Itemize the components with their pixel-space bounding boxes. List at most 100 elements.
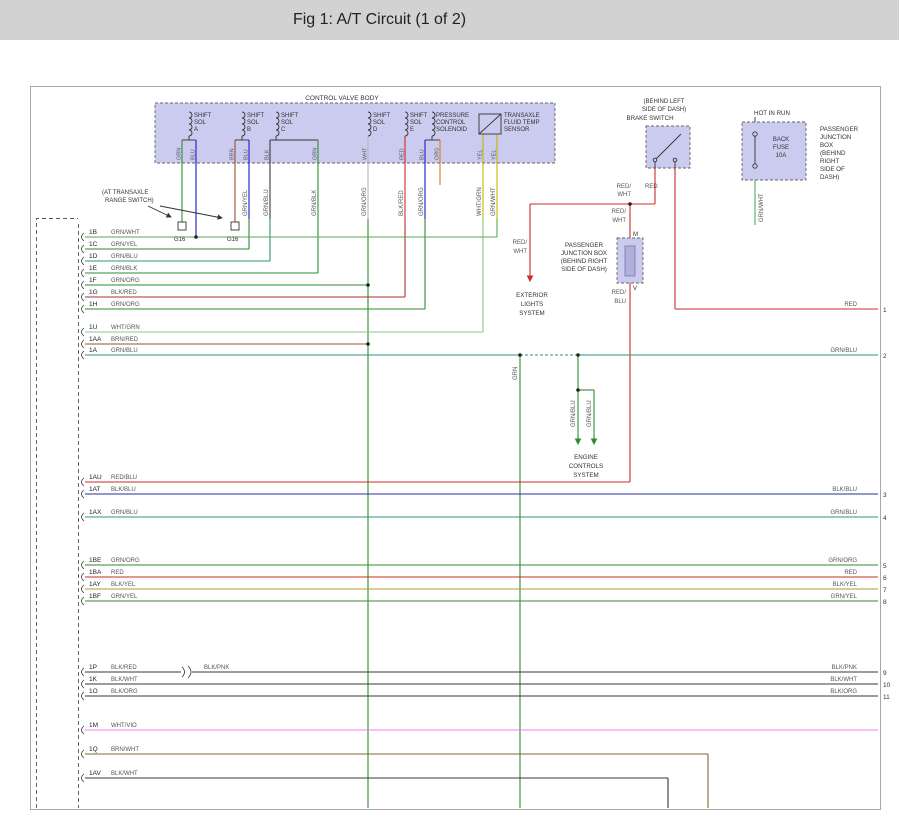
wire-color-label: WHT/VIO xyxy=(111,723,137,729)
component-label: TRANSAXLE xyxy=(504,113,540,119)
row-1G: 1GBLK/RED xyxy=(82,289,406,301)
pin-label: 1C xyxy=(89,241,98,248)
row-1BF: 1BFGRN/YEL xyxy=(82,593,879,605)
component-label: E xyxy=(410,127,414,133)
pjb-right-label: SIDE OF xyxy=(820,166,845,173)
wire-color-label: GRN/BLK xyxy=(111,266,137,272)
junction-box-terminal-bar xyxy=(625,246,635,276)
wire-color-label: WHT xyxy=(617,192,631,198)
edge-pin-number: 7 xyxy=(883,587,887,594)
wire-color-label: WHT xyxy=(513,249,527,255)
ground-id-label: G16 xyxy=(174,237,186,243)
row-1F: 1FGRN/ORG xyxy=(82,277,369,289)
row-1O: 1OBLK/ORG xyxy=(82,688,879,700)
wire-color-label: BLK/WHT xyxy=(830,677,857,683)
engine-controls-label: CONTROLS xyxy=(569,463,603,470)
pjb-right-label: RIGHT xyxy=(820,158,839,165)
component-label: C xyxy=(281,127,286,133)
component-label: SOL xyxy=(373,120,386,126)
row-1K: 1KBLK/WHT xyxy=(82,676,879,688)
component-label: D xyxy=(373,127,378,133)
wire-color-label: RED xyxy=(844,570,857,576)
pigtail-color-label: BLK xyxy=(265,149,271,160)
component-label: A xyxy=(194,127,198,133)
wire-color-label: GRN/BLU xyxy=(830,348,857,354)
wire-color-label: BLK/RED xyxy=(111,290,137,296)
pjb-mid-label: PASSENGER xyxy=(565,242,604,249)
edge-pin-number: 6 xyxy=(883,575,887,582)
pigtail-color-label: WHT xyxy=(363,147,369,160)
row-1AU: 1AU RED/BLU xyxy=(82,474,631,486)
wire-color-label: BLK/BLU xyxy=(111,487,136,493)
wire-color-label: RED/ xyxy=(612,209,627,215)
component-label: SENSOR xyxy=(504,127,530,133)
range-switch-note: (AT TRANSAXLE xyxy=(102,190,148,196)
brake-switch-location: (BEHIND LEFT xyxy=(643,99,684,105)
engine-controls-label: ENGINE xyxy=(574,454,598,461)
pigtail-color-label: BLU xyxy=(420,149,426,160)
pjb-right-label: DASH) xyxy=(820,174,839,181)
pjb-mid-label: SIDE OF DASH) xyxy=(561,266,607,273)
wire-color-label: GRN/BLU xyxy=(111,510,138,516)
connector-rows: 1BGRN/WHT 1CGRN/YEL 1DGRN/BLU 1EGRN/BLK … xyxy=(82,229,879,782)
fuse-label: BACK xyxy=(773,137,789,143)
inline-connector-label: BLK/PNK xyxy=(204,665,229,671)
wire-color-label: RED/ xyxy=(513,240,528,246)
ground-icon xyxy=(178,222,186,230)
component-label: SHIFT xyxy=(373,113,391,119)
wire-color-label: GRN/ORG xyxy=(828,558,857,564)
component-label: SOL xyxy=(194,120,207,126)
wire-color-label: GRN/BLU xyxy=(111,348,138,354)
harness-color-label: GRN/YEL xyxy=(243,189,249,216)
row-1H: 1HGRN/ORG xyxy=(82,301,426,313)
pigtail-color-label: BLU xyxy=(191,149,197,160)
pjb-mid-label: (BEHIND RIGHT xyxy=(561,258,608,265)
pjb-mid-label: JUNCTION BOX xyxy=(561,250,607,257)
pigtail-color-label: GRN xyxy=(177,148,183,160)
row-1C: 1C GRN/YEL xyxy=(82,241,250,253)
pin-label: 1H xyxy=(89,301,98,308)
wire-color-label: BRN/WHT xyxy=(111,747,139,753)
exterior-lights-label: LIGHTS xyxy=(521,301,543,308)
pin-label: 1U xyxy=(89,324,98,331)
component-label: SOLENOID xyxy=(436,127,468,133)
fuse-wire-color-label: GRN/WHT xyxy=(759,193,765,222)
edge-pin-number: 8 xyxy=(883,599,887,606)
edge-pin-number: 3 xyxy=(883,492,887,499)
component-label: SHIFT xyxy=(410,113,428,119)
wire-color-label: BLK/WHT xyxy=(111,677,138,683)
pin-label: 1E xyxy=(89,265,98,272)
wire-color-label: RED/ xyxy=(612,290,627,296)
pin-label: 1AV xyxy=(89,770,101,777)
component-label: SOL xyxy=(247,120,260,126)
wire-color-label: RED/ xyxy=(617,184,632,190)
harness-color-label: GRN/WHT xyxy=(491,187,497,216)
harness-color-label: GRN/BLU xyxy=(264,189,270,216)
edge-pin-number: 1 xyxy=(883,307,887,314)
pin-label: 1P xyxy=(89,664,97,671)
component-label: FLUID TEMP xyxy=(504,120,540,126)
ground-id-label: G16 xyxy=(227,237,239,243)
wire-color-label: BLU xyxy=(614,299,626,305)
wire-color-label: RED xyxy=(111,570,124,576)
edge-pin-number: 4 xyxy=(883,515,887,522)
pin-label: 1AY xyxy=(89,581,101,588)
wire-color-label: RED/BLU xyxy=(111,475,137,481)
pin-label: 1A xyxy=(89,347,98,354)
pigtail-color-label: BRN xyxy=(230,148,236,160)
wire-color-label: GRN/YEL xyxy=(111,242,138,248)
brake-switch-location: SIDE OF DASH) xyxy=(642,107,686,113)
pjb-right-label: (BEHIND xyxy=(820,150,846,157)
wire-color-label: RED xyxy=(645,184,658,190)
row-1D: 1DGRN/BLU xyxy=(82,253,271,265)
row-1A: 1A GRN/BLU xyxy=(82,347,879,359)
edge-pin-number: 2 xyxy=(883,353,887,360)
row-1BA: 1BARED xyxy=(82,569,879,581)
pin-label: 1AU xyxy=(89,474,102,481)
wire-color-label: GRN/WHT xyxy=(111,230,140,236)
row-1AX: 1AXGRN/BLU xyxy=(82,509,879,521)
pin-label: 1AA xyxy=(89,336,102,343)
wire-color-label: BLK/BLU xyxy=(832,487,857,493)
ground-icon xyxy=(231,222,239,230)
harness-color-label: GRN/ORG xyxy=(362,187,368,216)
